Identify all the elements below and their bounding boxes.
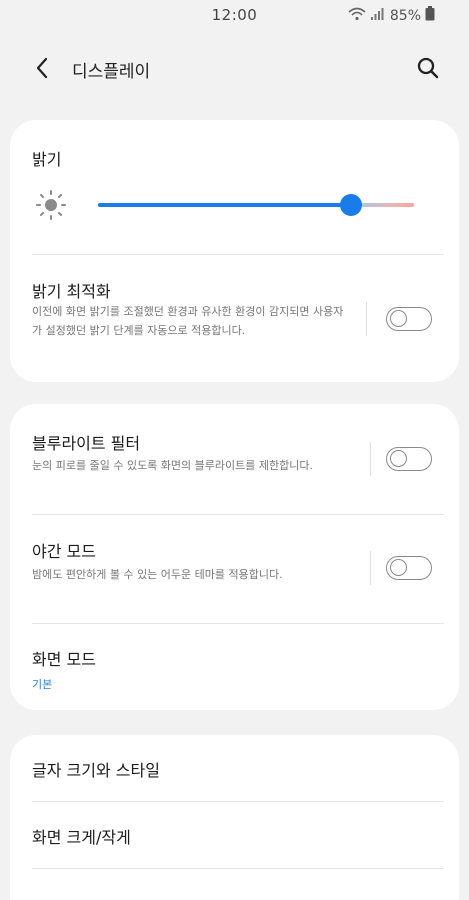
divider	[32, 868, 444, 869]
night-mode-desc: 밤에도 편안하게 볼 수 있는 어두운 테마를 적용합니다.	[32, 568, 283, 581]
toggle-knob	[390, 559, 407, 576]
separator	[366, 302, 367, 336]
adaptive-brightness-desc: 이전에 화면 밝기를 조절했던 환경과 유사한 환경이 감지되면 사용자가 설정…	[32, 305, 344, 337]
screen-mode-value: 기본	[32, 678, 53, 691]
search-button[interactable]	[413, 53, 443, 83]
blue-light-filter-title: 블루라이트 필터	[32, 434, 141, 453]
separator	[370, 442, 371, 476]
toggle-knob	[390, 310, 407, 327]
night-mode-title: 야간 모드	[32, 542, 96, 561]
font-zoom-card: 글자 크기와 스타일 화면 크게/작게	[10, 735, 459, 900]
search-icon	[417, 57, 439, 79]
battery-percent: 85%	[389, 7, 421, 24]
brightness-card: 밝기 밝기 최적화 이전에 화면 밝기를 조절했던 환경과 유사한 환경이 감지…	[10, 120, 459, 382]
wifi-icon	[348, 7, 366, 25]
page-title: 디스플레이	[72, 62, 151, 82]
brightness-slider-thumb[interactable]	[340, 194, 362, 216]
adaptive-brightness-title: 밝기 최적화	[32, 282, 111, 301]
separator	[370, 551, 371, 585]
brightness-title: 밝기	[32, 150, 62, 169]
status-icons: 85%	[348, 6, 435, 25]
font-size-style-title: 글자 크기와 스타일	[32, 761, 160, 780]
back-button[interactable]	[28, 54, 56, 82]
adaptive-brightness-toggle[interactable]	[386, 307, 432, 331]
toggle-knob	[390, 450, 407, 467]
brightness-slider[interactable]	[98, 194, 414, 216]
blue-light-filter-toggle[interactable]	[386, 447, 432, 471]
battery-icon	[425, 6, 435, 25]
blue-light-filter-desc: 눈의 피로를 줄일 수 있도록 화면의 블루라이트를 제한합니다.	[32, 459, 313, 472]
sun-icon	[36, 190, 66, 220]
screen-zoom-title: 화면 크게/작게	[32, 828, 131, 847]
back-arrow-icon	[36, 57, 48, 79]
brightness-slider-fill	[98, 203, 351, 207]
signal-icon	[370, 7, 384, 25]
status-bar: 12:00 85%	[0, 0, 469, 34]
display-settings-card: 블루라이트 필터 눈의 피로를 줄일 수 있도록 화면의 블루라이트를 제한합니…	[10, 404, 459, 710]
app-bar: 디스플레이	[0, 40, 469, 96]
screen-mode-title: 화면 모드	[32, 650, 96, 669]
night-mode-toggle[interactable]	[386, 556, 432, 580]
